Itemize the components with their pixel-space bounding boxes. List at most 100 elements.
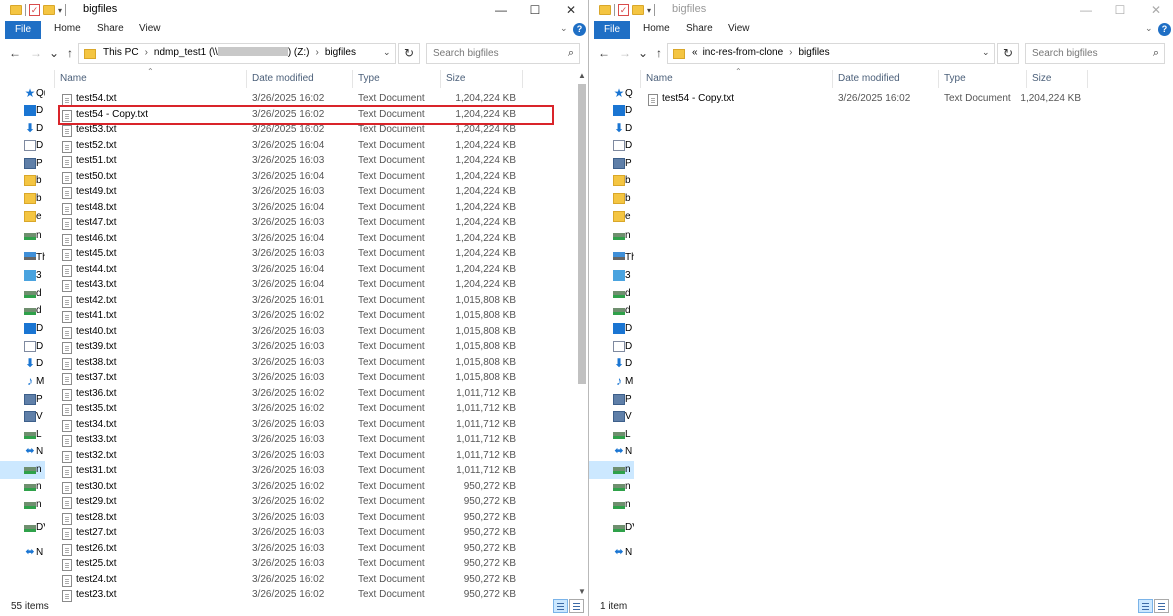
- column-divider[interactable]: [1087, 70, 1088, 88]
- nav-pane-item[interactable]: ⬇ D: [589, 120, 634, 138]
- search-icon[interactable]: ⌕: [1153, 47, 1159, 60]
- nav-pane-item[interactable]: 3: [589, 267, 634, 285]
- nav-pane-item[interactable]: d: [589, 302, 634, 320]
- file-row[interactable]: test34.txt 3/26/2025 16:03 Text Document 1,…: [0, 418, 588, 434]
- nav-pane-item[interactable]: n: [589, 478, 634, 496]
- nav-pane-item[interactable]: ⬌ N: [589, 443, 634, 461]
- breadcrumb-share[interactable]: ndmp_test1 (\\) (Z:): [154, 47, 309, 58]
- close-button[interactable]: ✕: [554, 0, 588, 20]
- nav-pane-item[interactable]: D: [589, 137, 634, 155]
- file-row[interactable]: test52.txt 3/26/2025 16:04 Text Document 1,…: [0, 139, 588, 155]
- file-row[interactable]: test33.txt 3/26/2025 16:03 Text Document 1,…: [0, 433, 588, 449]
- tab-view[interactable]: View: [139, 23, 161, 34]
- customize-toolbar-icon[interactable]: ▾: [647, 6, 651, 15]
- column-header-date[interactable]: Date modified: [252, 73, 314, 84]
- file-row[interactable]: test47.txt 3/26/2025 16:03 Text Document 1,…: [0, 216, 588, 232]
- file-row[interactable]: test45.txt 3/26/2025 16:03 Text Document 1,…: [0, 247, 588, 263]
- file-row[interactable]: test43.txt 3/26/2025 16:04 Text Document 1,…: [0, 278, 588, 294]
- recent-locations-icon[interactable]: ⌄: [636, 44, 650, 62]
- up-button[interactable]: ↑: [63, 44, 77, 62]
- column-divider[interactable]: [832, 70, 833, 88]
- minimize-button[interactable]: —: [1069, 0, 1103, 20]
- file-row[interactable]: test54 - Copy.txt 3/26/2025 16:02 Text Doc…: [589, 92, 1173, 108]
- file-row[interactable]: test49.txt 3/26/2025 16:03 Text Document 1,…: [0, 185, 588, 201]
- file-row[interactable]: test32.txt 3/26/2025 16:03 Text Document 1,…: [0, 449, 588, 465]
- expand-ribbon-icon[interactable]: ⌄: [1145, 23, 1153, 34]
- forward-button[interactable]: →: [29, 44, 43, 62]
- breadcrumb-overflow-icon[interactable]: «: [692, 47, 698, 58]
- expand-ribbon-icon[interactable]: ⌄: [560, 23, 568, 34]
- file-row[interactable]: test25.txt 3/26/2025 16:03 Text Document 95…: [0, 557, 588, 573]
- column-divider[interactable]: [246, 70, 247, 88]
- minimize-button[interactable]: —: [484, 0, 518, 20]
- search-icon[interactable]: ⌕: [568, 47, 574, 60]
- address-dropdown-icon[interactable]: ⌄: [383, 47, 391, 58]
- details-view-button[interactable]: [1138, 599, 1153, 613]
- help-icon[interactable]: ?: [573, 23, 586, 36]
- back-button[interactable]: ←: [597, 44, 611, 62]
- column-header-type[interactable]: Type: [944, 73, 966, 84]
- nav-pane-item[interactable]: n: [589, 496, 634, 514]
- large-icons-view-button[interactable]: [569, 599, 584, 613]
- file-row[interactable]: test44.txt 3/26/2025 16:04 Text Document 1,…: [0, 263, 588, 279]
- scrollbar-thumb[interactable]: [578, 84, 586, 384]
- breadcrumb-parent[interactable]: inc-res-from-clone: [698, 47, 784, 58]
- up-button[interactable]: ↑: [652, 44, 666, 62]
- nav-pane-item[interactable]: n: [589, 227, 634, 245]
- column-header-type[interactable]: Type: [358, 73, 380, 84]
- file-row[interactable]: test48.txt 3/26/2025 16:04 Text Document 1,…: [0, 201, 588, 217]
- maximize-button[interactable]: ☐: [1103, 0, 1137, 20]
- address-dropdown-icon[interactable]: ⌄: [982, 47, 990, 58]
- breadcrumb-bigfiles[interactable]: bigfiles: [798, 47, 829, 58]
- new-folder-icon[interactable]: [43, 5, 55, 15]
- address-bar[interactable]: This PC › ndmp_test1 (\\) (Z:) › bigfiles ⌄: [78, 43, 396, 64]
- breadcrumb-bigfiles[interactable]: bigfiles: [325, 47, 356, 58]
- tab-share[interactable]: Share: [686, 23, 713, 34]
- column-divider[interactable]: [54, 70, 55, 88]
- column-divider[interactable]: [938, 70, 939, 88]
- nav-pane-item[interactable]: e: [589, 208, 634, 226]
- file-row[interactable]: test24.txt 3/26/2025 16:02 Text Document 95…: [0, 573, 588, 589]
- nav-pane-item[interactable]: P: [589, 391, 634, 409]
- file-row[interactable]: test37.txt 3/26/2025 16:03 Text Document 1,…: [0, 371, 588, 387]
- nav-pane-item[interactable]: ⬇ D: [589, 355, 634, 373]
- back-button[interactable]: ←: [8, 44, 22, 62]
- file-row[interactable]: test36.txt 3/26/2025 16:02 Text Document 1,…: [0, 387, 588, 403]
- nav-pane-item[interactable]: d: [589, 285, 634, 303]
- file-row[interactable]: test35.txt 3/26/2025 16:02 Text Document 1,…: [0, 402, 588, 418]
- nav-pane-item[interactable]: D: [589, 338, 634, 356]
- nav-pane-item[interactable]: ⬌ N: [589, 544, 634, 562]
- nav-pane-item[interactable]: n: [589, 461, 634, 479]
- file-row[interactable]: test51.txt 3/26/2025 16:03 Text Document 1,…: [0, 154, 588, 170]
- large-icons-view-button[interactable]: [1154, 599, 1169, 613]
- column-divider[interactable]: [1026, 70, 1027, 88]
- column-header-date[interactable]: Date modified: [838, 73, 900, 84]
- nav-pane-item[interactable]: b: [589, 172, 634, 190]
- file-row[interactable]: test31.txt 3/26/2025 16:03 Text Document 1,…: [0, 464, 588, 480]
- column-header-name[interactable]: Name: [646, 73, 673, 84]
- nav-pane-item[interactable]: DV: [589, 519, 634, 537]
- tab-file[interactable]: File: [5, 21, 41, 39]
- column-divider[interactable]: [640, 70, 641, 88]
- tab-view[interactable]: View: [728, 23, 750, 34]
- nav-pane-item[interactable]: b: [589, 190, 634, 208]
- file-row[interactable]: test46.txt 3/26/2025 16:04 Text Document 1,…: [0, 232, 588, 248]
- tab-file[interactable]: File: [594, 21, 630, 39]
- nav-pane-item[interactable]: ♪ M: [589, 373, 634, 391]
- tab-share[interactable]: Share: [97, 23, 124, 34]
- file-row[interactable]: test26.txt 3/26/2025 16:03 Text Document 95…: [0, 542, 588, 558]
- tab-home[interactable]: Home: [54, 23, 81, 34]
- column-header-size[interactable]: Size: [446, 73, 465, 84]
- column-divider[interactable]: [352, 70, 353, 88]
- help-icon[interactable]: ?: [1158, 23, 1171, 36]
- file-row[interactable]: test29.txt 3/26/2025 16:02 Text Document 95…: [0, 495, 588, 511]
- maximize-button[interactable]: ☐: [518, 0, 552, 20]
- file-row[interactable]: test41.txt 3/26/2025 16:02 Text Document 1,…: [0, 309, 588, 325]
- refresh-button[interactable]: ↻: [997, 43, 1019, 64]
- column-divider[interactable]: [522, 70, 523, 88]
- search-box[interactable]: Search bigfiles ⌕: [426, 43, 580, 64]
- refresh-button[interactable]: ↻: [398, 43, 420, 64]
- column-header-name[interactable]: Name: [60, 73, 87, 84]
- breadcrumb-this-pc[interactable]: This PC: [103, 47, 139, 58]
- properties-icon[interactable]: ✓: [29, 4, 40, 16]
